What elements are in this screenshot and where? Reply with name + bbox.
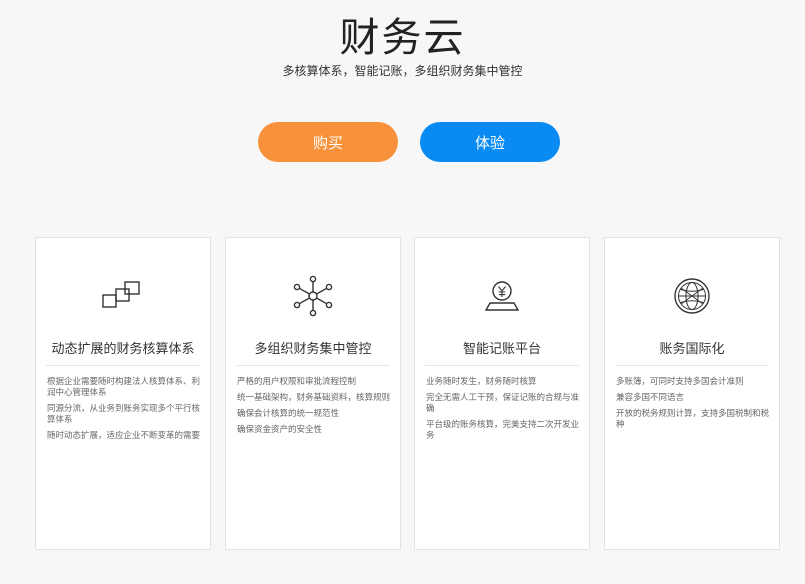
feature-card-internationalization: 账务国际化 多账簿，可同时支持多国会计准则 兼容多国不同语言 开放的税务规则计算… [604,237,780,550]
try-button[interactable]: 体验 [420,122,560,162]
feature-item: 随时动态扩展，适应企业不断变革的需要 [47,431,201,441]
feature-item: 兼容多国不同语言 [616,393,685,403]
card-divider [236,365,390,366]
feature-item: 根据企业需要随时构建法人核算体系、利润中心管理体系 [47,377,201,398]
network-hub-icon [226,272,400,320]
feature-card-accounting-system: 动态扩展的财务核算体系 根据企业需要随时构建法人核算体系、利润中心管理体系 同源… [35,237,211,550]
feature-item: 确保会计核算的统一规范性 [237,409,340,419]
feature-list: 严格的用户权限和审批流程控制 统一基础架构，财务基础资料，核算规则 确保会计核算… [237,377,390,441]
card-title: 动态扩展的财务核算体系 [51,342,195,357]
feature-item: 确保资金资产的安全性 [237,425,323,435]
feature-card-multi-org-control: 多组织财务集中管控 严格的用户权限和审批流程控制 统一基础架构，财务基础资料，核… [225,237,401,550]
buy-button[interactable]: 购买 [258,122,398,162]
card-divider [615,365,769,366]
feature-list: 多账簿，可同时支持多国会计准则 兼容多国不同语言 开放的税务规则计算，支持多国税… [616,377,769,436]
card-title: 账务国际化 [659,342,725,357]
page-subtitle: 多核算体系，智能记账，多组织财务集中管控 [282,64,523,78]
card-divider [46,365,200,366]
feature-list: 业务随时发生，财务随时核算 完全无需人工干预，保证记账的合规与准确 平台级的账务… [426,377,579,447]
card-title: 智能记账平台 [462,342,541,357]
feature-list: 根据企业需要随时构建法人核算体系、利润中心管理体系 同源分流，从业务到账务实现多… [47,377,200,447]
feature-item: 严格的用户权限和审批流程控制 [237,377,357,387]
feature-item: 同源分流，从业务到账务实现多个平行核算体系 [47,404,201,425]
card-title: 多组织财务集中管控 [254,342,372,357]
feature-item: 多账簿，可同时支持多国会计准则 [616,377,744,387]
feature-item: 平台级的账务核算，完美支持二次开发业务 [426,420,580,441]
feature-item: 业务随时发生，财务随时核算 [426,377,537,387]
page-title: 财务云 [339,15,466,61]
stacked-squares-icon [36,272,210,320]
globe-icon [605,272,779,320]
feature-card-smart-bookkeeping: 智能记账平台 业务随时发生，财务随时核算 完全无需人工干预，保证记账的合规与准确… [414,237,590,550]
feature-item: 完全无需人工干预，保证记账的合规与准确 [426,393,580,414]
card-divider [425,365,579,366]
yen-coin-tray-icon [415,272,589,320]
feature-item: 统一基础架构，财务基础资料，核算规则 [237,393,391,403]
feature-item: 开放的税务规则计算，支持多国税制和税种 [616,409,770,430]
